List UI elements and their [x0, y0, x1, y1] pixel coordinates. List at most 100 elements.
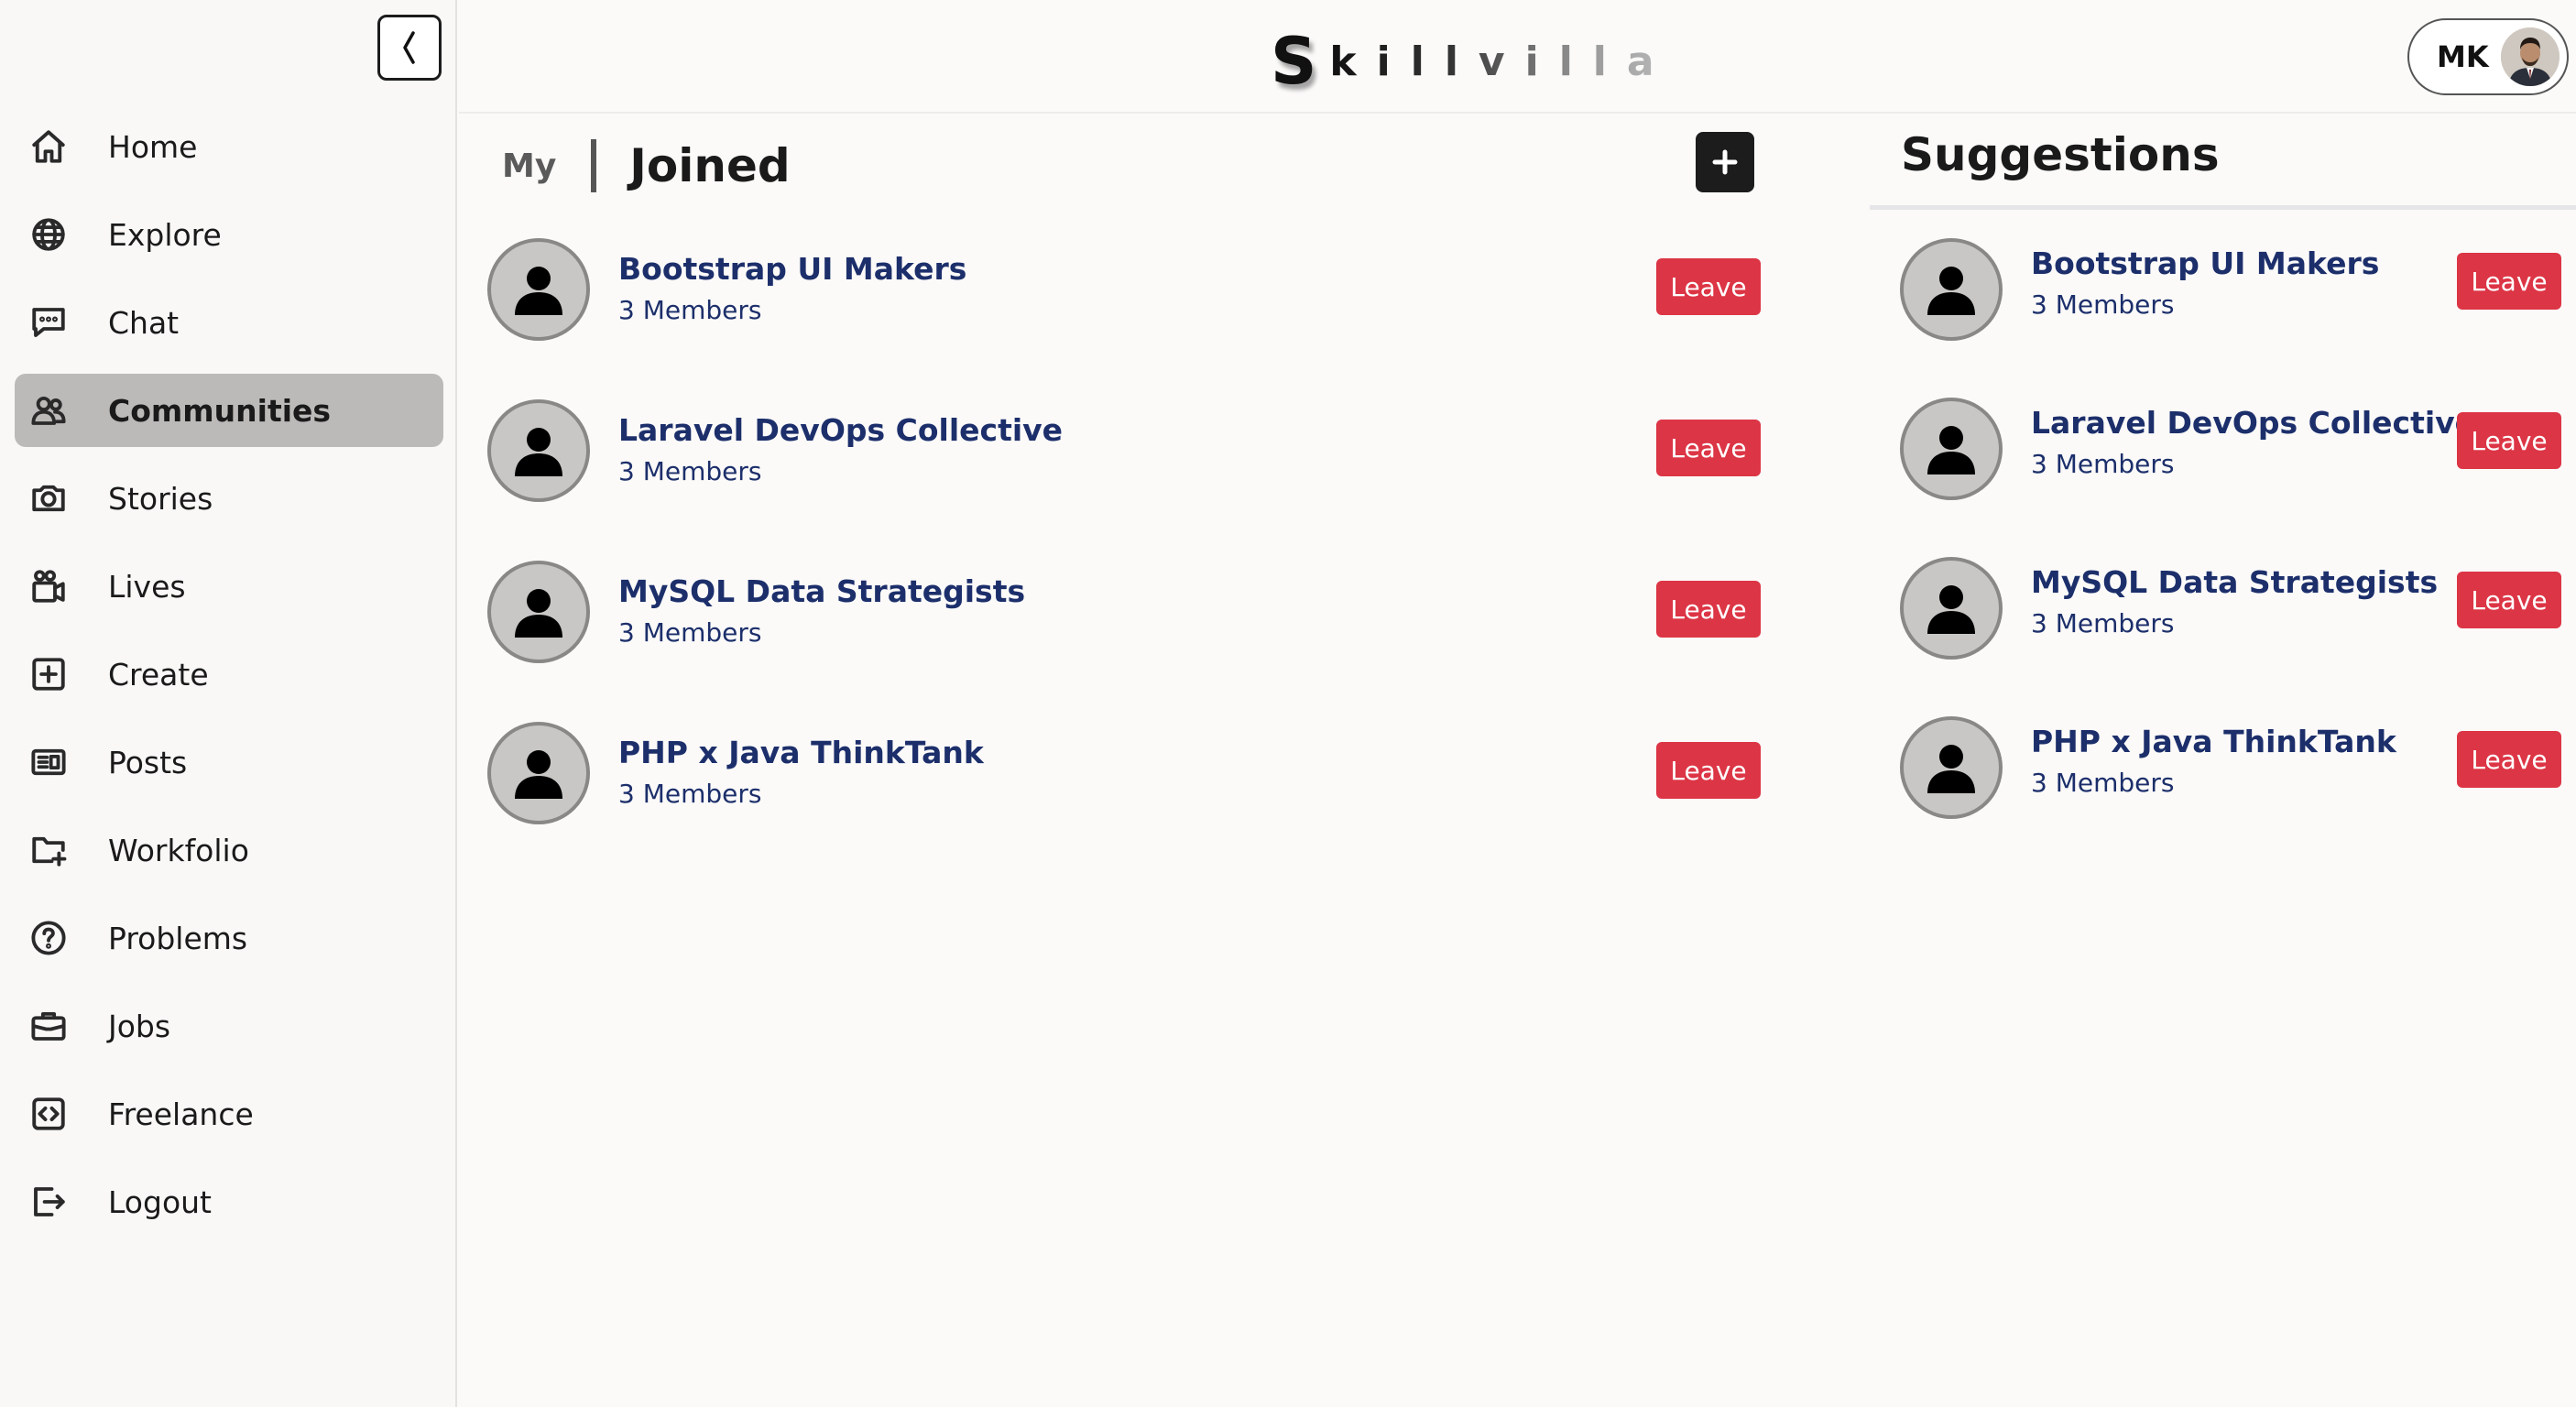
- member-count: 3 Members: [618, 779, 762, 809]
- globe-icon: [27, 213, 70, 256]
- leave-button[interactable]: Leave: [2457, 572, 2561, 628]
- list-item: MySQL Data Strategists 3 Members Leave: [487, 561, 1761, 722]
- list-item: MySQL Data Strategists 3 Members Leave: [1900, 557, 2561, 716]
- member-count: 3 Members: [618, 617, 762, 648]
- avatar: [487, 238, 590, 341]
- user-icon: [515, 267, 562, 315]
- community-name[interactable]: PHP x Java ThinkTank: [2031, 724, 2396, 759]
- divider: [1870, 205, 2576, 210]
- leave-button[interactable]: Leave: [1656, 420, 1761, 476]
- sidebar-item-label: Freelance: [108, 1096, 254, 1132]
- profile-initials: MK: [2437, 39, 2489, 74]
- user-icon: [515, 750, 562, 799]
- brand-logo[interactable]: S killvilla: [1271, 20, 1675, 93]
- community-name[interactable]: MySQL Data Strategists: [618, 573, 1025, 609]
- user-icon: [1927, 745, 1975, 793]
- leave-button[interactable]: Leave: [1656, 258, 1761, 315]
- sidebar-item-freelance[interactable]: Freelance: [15, 1077, 443, 1151]
- avatar: [1900, 716, 2003, 819]
- sidebar-item-chat[interactable]: Chat: [15, 286, 443, 359]
- list-item: PHP x Java ThinkTank 3 Members Leave: [487, 722, 1761, 883]
- sidebar-item-label: Home: [108, 128, 198, 165]
- avatar: [487, 722, 590, 824]
- sidebar-item-logout[interactable]: Logout: [15, 1165, 443, 1238]
- profile-button[interactable]: MK: [2407, 18, 2569, 95]
- sidebar-item-explore[interactable]: Explore: [15, 198, 443, 271]
- community-name[interactable]: Laravel DevOps Collective: [2031, 405, 2475, 441]
- community-name[interactable]: Bootstrap UI Makers: [2031, 245, 2379, 281]
- sidebar-item-label: Jobs: [108, 1008, 171, 1044]
- tab-my[interactable]: My: [502, 147, 556, 185]
- user-icon: [515, 589, 562, 638]
- leave-button[interactable]: Leave: [1656, 742, 1761, 799]
- community-name[interactable]: MySQL Data Strategists: [2031, 564, 2438, 600]
- sidebar-item-communities[interactable]: Communities: [15, 374, 443, 447]
- home-icon: [27, 125, 70, 168]
- sidebar-item-lives[interactable]: Lives: [15, 550, 443, 623]
- folder-plus-icon: [27, 829, 70, 871]
- avatar: [1900, 238, 2003, 341]
- sidebar-item-label: Posts: [108, 744, 188, 780]
- newspaper-icon: [27, 741, 70, 783]
- sidebar-item-label: Explore: [108, 216, 222, 253]
- sidebar-item-home[interactable]: Home: [15, 110, 443, 183]
- avatar: [1900, 398, 2003, 500]
- sidebar-item-workfolio[interactable]: Workfolio: [15, 813, 443, 887]
- suggestion-list: Bootstrap UI Makers 3 Members Leave Lara…: [1900, 238, 2561, 876]
- question-circle-icon: [27, 917, 70, 959]
- user-photo-icon: [2501, 27, 2560, 86]
- member-count: 3 Members: [618, 456, 762, 486]
- sidebar-item-label: Logout: [108, 1183, 212, 1220]
- user-icon: [1927, 585, 1975, 634]
- sidebar-item-stories[interactable]: Stories: [15, 462, 443, 535]
- top-header: S killvilla MK: [459, 0, 2576, 114]
- list-item: Laravel DevOps Collective 3 Members Leav…: [487, 399, 1761, 561]
- tab-divider: [591, 139, 597, 192]
- user-icon: [1927, 426, 1975, 474]
- collapse-sidebar-button[interactable]: [377, 15, 442, 81]
- member-count: 3 Members: [2031, 608, 2175, 638]
- sidebar-item-label: Chat: [108, 304, 180, 341]
- community-name[interactable]: Laravel DevOps Collective: [618, 412, 1063, 448]
- suggestions-title: Suggestions: [1901, 128, 2220, 181]
- sidebar-item-posts[interactable]: Posts: [15, 725, 443, 799]
- user-icon: [1927, 267, 1975, 315]
- list-item: Bootstrap UI Makers 3 Members Leave: [1900, 238, 2561, 398]
- sidebar-item-jobs[interactable]: Jobs: [15, 989, 443, 1063]
- leave-button[interactable]: Leave: [2457, 253, 2561, 310]
- avatar: [2501, 27, 2560, 86]
- video-camera-icon: [27, 565, 70, 607]
- camera-icon: [27, 477, 70, 519]
- suggestions-panel: Suggestions Bootstrap UI Makers 3 Member…: [1870, 115, 2576, 1407]
- create-community-button[interactable]: [1696, 132, 1754, 192]
- community-name[interactable]: PHP x Java ThinkTank: [618, 735, 984, 770]
- sidebar-item-label: Create: [108, 656, 209, 693]
- tab-joined[interactable]: Joined: [629, 139, 790, 192]
- people-icon: [27, 389, 70, 431]
- sidebar-item-label: Lives: [108, 568, 186, 605]
- sidebar-item-label: Workfolio: [108, 832, 249, 868]
- user-icon: [515, 428, 562, 476]
- member-count: 3 Members: [2031, 289, 2175, 320]
- leave-button[interactable]: Leave: [2457, 731, 2561, 788]
- community-name[interactable]: Bootstrap UI Makers: [618, 251, 966, 287]
- joined-community-list: Bootstrap UI Makers 3 Members Leave Lara…: [487, 238, 1761, 883]
- avatar: [487, 561, 590, 663]
- chevron-left-icon: [403, 31, 415, 64]
- list-item: PHP x Java ThinkTank 3 Members Leave: [1900, 716, 2561, 876]
- brand-logo-text: killvilla: [1329, 42, 1674, 93]
- member-count: 3 Members: [618, 295, 762, 325]
- community-tabs: My Joined: [502, 134, 791, 198]
- briefcase-icon: [27, 1005, 70, 1047]
- brand-logo-initial: S: [1271, 24, 1317, 99]
- sidebar-item-problems[interactable]: Problems: [15, 901, 443, 975]
- sidebar-nav: Home Explore Chat Communities Stories Li…: [15, 110, 443, 1253]
- avatar: [1900, 557, 2003, 660]
- list-item: Bootstrap UI Makers 3 Members Leave: [487, 238, 1761, 399]
- sidebar-item-create[interactable]: Create: [15, 638, 443, 711]
- leave-button[interactable]: Leave: [1656, 581, 1761, 638]
- sidebar: Home Explore Chat Communities Stories Li…: [0, 0, 457, 1407]
- sidebar-item-label: Stories: [108, 480, 213, 517]
- sidebar-item-label: Problems: [108, 920, 248, 956]
- leave-button[interactable]: Leave: [2457, 412, 2561, 469]
